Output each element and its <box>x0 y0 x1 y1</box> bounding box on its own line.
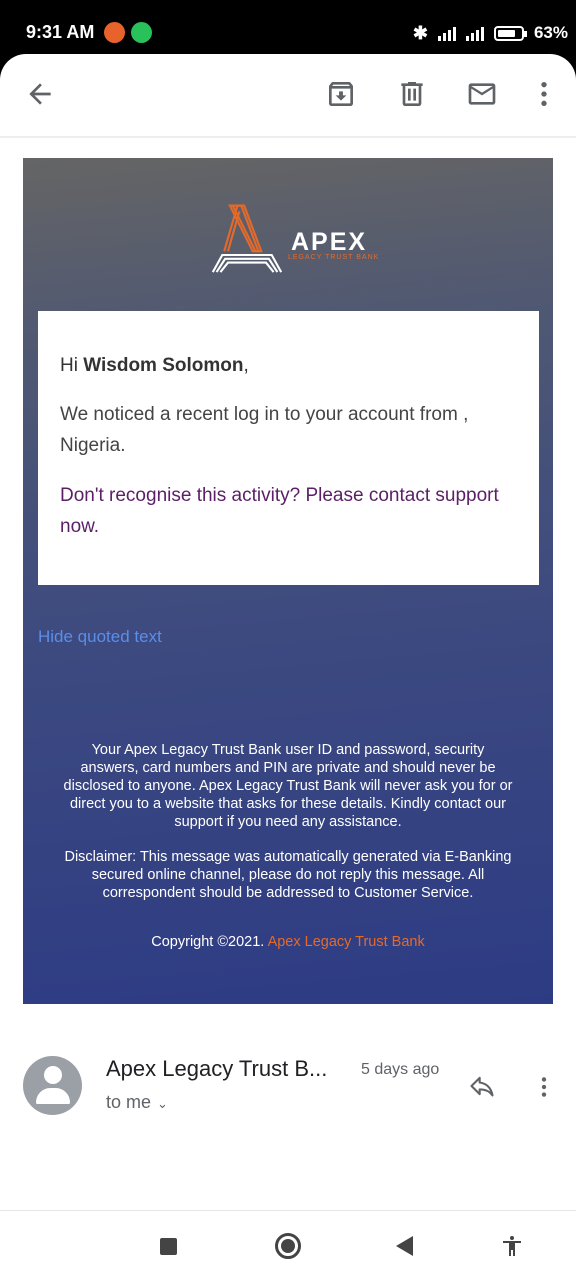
sender-row[interactable]: Apex Legacy Trust B... 5 days ago to me ⌄ <box>0 1034 576 1134</box>
notification-app-icon <box>104 22 125 43</box>
login-notice: We noticed a recent log in to your accou… <box>60 404 469 456</box>
battery-icon <box>493 25 527 41</box>
avatar-head <box>44 1066 62 1084</box>
status-time: 9:31 AM <box>26 22 95 42</box>
archive-icon[interactable] <box>325 78 357 110</box>
logo-tagline: LEGACY TRUST BANK <box>288 254 380 261</box>
home-icon[interactable] <box>275 1233 301 1259</box>
whatsapp-icon <box>131 22 152 43</box>
back-icon[interactable] <box>396 1236 413 1256</box>
to-me-label: to me <box>106 1092 152 1112</box>
security-notice: Your Apex Legacy Trust Bank user ID and … <box>63 742 513 830</box>
avatar[interactable] <box>23 1056 82 1115</box>
back-arrow-icon[interactable] <box>24 78 56 110</box>
greeting-prefix: Hi <box>60 355 84 376</box>
apex-logo-icon <box>211 204 283 273</box>
hide-quoted-text-link[interactable]: Hide quoted text <box>38 627 162 647</box>
more-vert-icon[interactable] <box>528 78 560 110</box>
contact-support-link[interactable]: Don't recognise this activity? Please co… <box>60 480 517 542</box>
recipients-toggle[interactable]: to me ⌄ <box>106 1092 168 1113</box>
sender-time: 5 days ago <box>361 1061 440 1078</box>
status-right: ✱ 63% <box>413 20 568 46</box>
message-box: Hi Wisdom Solomon, We noticed a recent l… <box>38 311 539 585</box>
toolbar <box>0 54 576 138</box>
accessibility-icon[interactable] <box>500 1233 524 1259</box>
chevron-down-icon: ⌄ <box>157 1096 168 1111</box>
recipient-name: Wisdom Solomon <box>83 355 244 376</box>
reply-icon[interactable] <box>466 1072 498 1100</box>
greeting-suffix: , <box>243 355 249 376</box>
bluetooth-icon: ✱ <box>412 22 428 43</box>
recents-icon[interactable] <box>160 1238 177 1255</box>
signal-icon <box>437 25 456 41</box>
copyright: Copyright ©2021. Apex Legacy Trust Bank <box>63 934 513 950</box>
copyright-brand-link[interactable]: Apex Legacy Trust Bank <box>268 934 425 950</box>
mark-unread-icon[interactable] <box>466 78 498 110</box>
battery-level: 63% <box>533 23 568 42</box>
email-app: APEX LEGACY TRUST BANK Hi Wisdom Solomon… <box>0 54 576 1210</box>
signal-4g-icon <box>465 25 484 41</box>
delete-icon[interactable] <box>396 78 428 110</box>
greeting: Hi Wisdom Solomon, <box>60 351 517 380</box>
system-nav-bar <box>0 1210 576 1280</box>
sender-name: Apex Legacy Trust B... <box>106 1056 328 1081</box>
logo-name: APEX <box>291 228 368 256</box>
copyright-prefix: Copyright ©2021. <box>151 934 268 950</box>
avatar-body <box>36 1088 70 1104</box>
email-body: APEX LEGACY TRUST BANK Hi Wisdom Solomon… <box>23 158 553 1004</box>
message-more-icon[interactable] <box>531 1072 557 1102</box>
disclaimer: Disclaimer: This message was automatical… <box>64 849 512 901</box>
